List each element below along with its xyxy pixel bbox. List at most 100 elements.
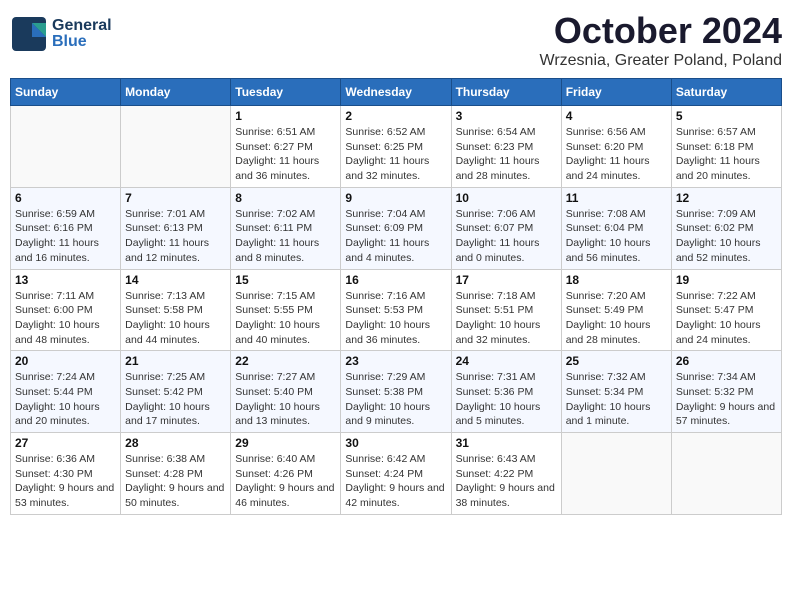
day-cell: 21 Sunrise: 7:25 AMSunset: 5:42 PMDayligh… bbox=[121, 351, 231, 433]
day-number: 26 bbox=[676, 354, 777, 368]
logo-text: General Blue bbox=[52, 18, 112, 50]
day-header-friday: Friday bbox=[561, 79, 671, 106]
day-cell: 29Sunrise: 6:40 AMSunset: 4:26 PMDayligh… bbox=[231, 433, 341, 515]
day-number: 5 bbox=[676, 109, 777, 123]
day-info: Sunrise: 7:18 AMSunset: 5:51 PMDaylight:… bbox=[456, 289, 557, 348]
day-number: 27 bbox=[15, 436, 116, 450]
day-info: Sunrise: 7:24 AMSunset: 5:44 PMDaylight:… bbox=[15, 370, 116, 429]
day-info: Sunrise: 7:27 AMSunset: 5:40 PMDaylight:… bbox=[235, 370, 336, 429]
day-number: 25 bbox=[566, 354, 667, 368]
month-title: October 2024 bbox=[540, 10, 783, 52]
day-cell: 9 Sunrise: 7:04 AMSunset: 6:09 PMDaylight… bbox=[341, 187, 451, 269]
week-row-4: 20 Sunrise: 7:24 AMSunset: 5:44 PMDayligh… bbox=[11, 351, 782, 433]
day-cell: 25 Sunrise: 7:32 AMSunset: 5:34 PMDayligh… bbox=[561, 351, 671, 433]
day-cell: 4 Sunrise: 6:56 AMSunset: 6:20 PMDaylight… bbox=[561, 106, 671, 188]
location: Wrzesnia, Greater Poland, Poland bbox=[540, 52, 783, 70]
day-info: Sunrise: 7:15 AMSunset: 5:55 PMDaylight:… bbox=[235, 289, 336, 348]
day-number: 9 bbox=[345, 191, 446, 205]
day-header-sunday: Sunday bbox=[11, 79, 121, 106]
day-cell: 24Sunrise: 7:31 AMSunset: 5:36 PMDayligh… bbox=[451, 351, 561, 433]
day-info: Sunrise: 7:11 AMSunset: 6:00 PMDaylight:… bbox=[15, 289, 116, 348]
day-cell: 16 Sunrise: 7:16 AMSunset: 5:53 PMDayligh… bbox=[341, 269, 451, 351]
day-cell: 27 Sunrise: 6:36 AMSunset: 4:30 PMDayligh… bbox=[11, 433, 121, 515]
day-number: 3 bbox=[456, 109, 557, 123]
day-info: Sunrise: 6:42 AMSunset: 4:24 PMDaylight:… bbox=[345, 452, 446, 511]
day-number: 30 bbox=[345, 436, 446, 450]
day-number: 22 bbox=[235, 354, 336, 368]
day-header-wednesday: Wednesday bbox=[341, 79, 451, 106]
day-info: Sunrise: 7:22 AMSunset: 5:47 PMDaylight:… bbox=[676, 289, 777, 348]
title-area: October 2024 Wrzesnia, Greater Poland, P… bbox=[540, 10, 783, 70]
day-number: 28 bbox=[125, 436, 226, 450]
day-info: Sunrise: 7:25 AMSunset: 5:42 PMDaylight:… bbox=[125, 370, 226, 429]
logo-blue: Blue bbox=[52, 34, 112, 50]
day-cell: 22 Sunrise: 7:27 AMSunset: 5:40 PMDayligh… bbox=[231, 351, 341, 433]
day-number: 18 bbox=[566, 273, 667, 287]
day-number: 29 bbox=[235, 436, 336, 450]
day-info: Sunrise: 6:57 AMSunset: 6:18 PMDaylight:… bbox=[676, 125, 777, 184]
day-cell: 10Sunrise: 7:06 AMSunset: 6:07 PMDayligh… bbox=[451, 187, 561, 269]
day-number: 31 bbox=[456, 436, 557, 450]
week-row-3: 13Sunrise: 7:11 AMSunset: 6:00 PMDayligh… bbox=[11, 269, 782, 351]
header: General Blue October 2024 Wrzesnia, Grea… bbox=[10, 10, 782, 70]
day-info: Sunrise: 6:36 AMSunset: 4:30 PMDaylight:… bbox=[15, 452, 116, 511]
day-cell: 18Sunrise: 7:20 AMSunset: 5:49 PMDayligh… bbox=[561, 269, 671, 351]
day-cell: 8 Sunrise: 7:02 AMSunset: 6:11 PMDaylight… bbox=[231, 187, 341, 269]
week-row-5: 27 Sunrise: 6:36 AMSunset: 4:30 PMDayligh… bbox=[11, 433, 782, 515]
day-info: Sunrise: 7:13 AMSunset: 5:58 PMDaylight:… bbox=[125, 289, 226, 348]
day-info: Sunrise: 6:51 AMSunset: 6:27 PMDaylight:… bbox=[235, 125, 336, 184]
day-cell: 26Sunrise: 7:34 AMSunset: 5:32 PMDayligh… bbox=[671, 351, 781, 433]
day-number: 1 bbox=[235, 109, 336, 123]
day-number: 19 bbox=[676, 273, 777, 287]
day-info: Sunrise: 6:38 AMSunset: 4:28 PMDaylight:… bbox=[125, 452, 226, 511]
day-info: Sunrise: 7:16 AMSunset: 5:53 PMDaylight:… bbox=[345, 289, 446, 348]
day-header-thursday: Thursday bbox=[451, 79, 561, 106]
day-number: 23 bbox=[345, 354, 446, 368]
week-row-2: 6 Sunrise: 6:59 AMSunset: 6:16 PMDaylight… bbox=[11, 187, 782, 269]
day-info: Sunrise: 7:04 AMSunset: 6:09 PMDaylight:… bbox=[345, 207, 446, 266]
day-cell bbox=[11, 106, 121, 188]
day-cell: 6 Sunrise: 6:59 AMSunset: 6:16 PMDaylight… bbox=[11, 187, 121, 269]
day-number: 16 bbox=[345, 273, 446, 287]
day-number: 20 bbox=[15, 354, 116, 368]
day-cell: 28 Sunrise: 6:38 AMSunset: 4:28 PMDayligh… bbox=[121, 433, 231, 515]
day-cell: 5 Sunrise: 6:57 AMSunset: 6:18 PMDaylight… bbox=[671, 106, 781, 188]
day-header-saturday: Saturday bbox=[671, 79, 781, 106]
day-info: Sunrise: 7:29 AMSunset: 5:38 PMDaylight:… bbox=[345, 370, 446, 429]
day-header-monday: Monday bbox=[121, 79, 231, 106]
day-info: Sunrise: 7:01 AMSunset: 6:13 PMDaylight:… bbox=[125, 207, 226, 266]
day-info: Sunrise: 6:56 AMSunset: 6:20 PMDaylight:… bbox=[566, 125, 667, 184]
day-cell: 23 Sunrise: 7:29 AMSunset: 5:38 PMDayligh… bbox=[341, 351, 451, 433]
day-info: Sunrise: 7:09 AMSunset: 6:02 PMDaylight:… bbox=[676, 207, 777, 266]
day-number: 17 bbox=[456, 273, 557, 287]
day-cell: 17 Sunrise: 7:18 AMSunset: 5:51 PMDayligh… bbox=[451, 269, 561, 351]
day-cell: 20 Sunrise: 7:24 AMSunset: 5:44 PMDayligh… bbox=[11, 351, 121, 433]
day-number: 21 bbox=[125, 354, 226, 368]
calendar: SundayMondayTuesdayWednesdayThursdayFrid… bbox=[10, 78, 782, 515]
day-info: Sunrise: 6:43 AMSunset: 4:22 PMDaylight:… bbox=[456, 452, 557, 511]
day-info: Sunrise: 6:54 AMSunset: 6:23 PMDaylight:… bbox=[456, 125, 557, 184]
day-number: 2 bbox=[345, 109, 446, 123]
day-number: 7 bbox=[125, 191, 226, 205]
day-number: 6 bbox=[15, 191, 116, 205]
day-number: 14 bbox=[125, 273, 226, 287]
day-info: Sunrise: 7:02 AMSunset: 6:11 PMDaylight:… bbox=[235, 207, 336, 266]
day-info: Sunrise: 6:59 AMSunset: 6:16 PMDaylight:… bbox=[15, 207, 116, 266]
day-number: 11 bbox=[566, 191, 667, 205]
day-header-tuesday: Tuesday bbox=[231, 79, 341, 106]
day-cell: 12 Sunrise: 7:09 AMSunset: 6:02 PMDayligh… bbox=[671, 187, 781, 269]
logo-icon bbox=[10, 15, 48, 53]
day-number: 24 bbox=[456, 354, 557, 368]
day-info: Sunrise: 7:32 AMSunset: 5:34 PMDaylight:… bbox=[566, 370, 667, 429]
day-number: 4 bbox=[566, 109, 667, 123]
day-cell: 11Sunrise: 7:08 AMSunset: 6:04 PMDayligh… bbox=[561, 187, 671, 269]
day-cell: 3 Sunrise: 6:54 AMSunset: 6:23 PMDaylight… bbox=[451, 106, 561, 188]
day-number: 10 bbox=[456, 191, 557, 205]
day-number: 8 bbox=[235, 191, 336, 205]
day-cell: 14 Sunrise: 7:13 AMSunset: 5:58 PMDayligh… bbox=[121, 269, 231, 351]
logo-general: General bbox=[52, 18, 112, 34]
week-row-1: 1 Sunrise: 6:51 AMSunset: 6:27 PMDaylight… bbox=[11, 106, 782, 188]
day-cell: 15Sunrise: 7:15 AMSunset: 5:55 PMDayligh… bbox=[231, 269, 341, 351]
day-cell: 7 Sunrise: 7:01 AMSunset: 6:13 PMDaylight… bbox=[121, 187, 231, 269]
day-number: 12 bbox=[676, 191, 777, 205]
